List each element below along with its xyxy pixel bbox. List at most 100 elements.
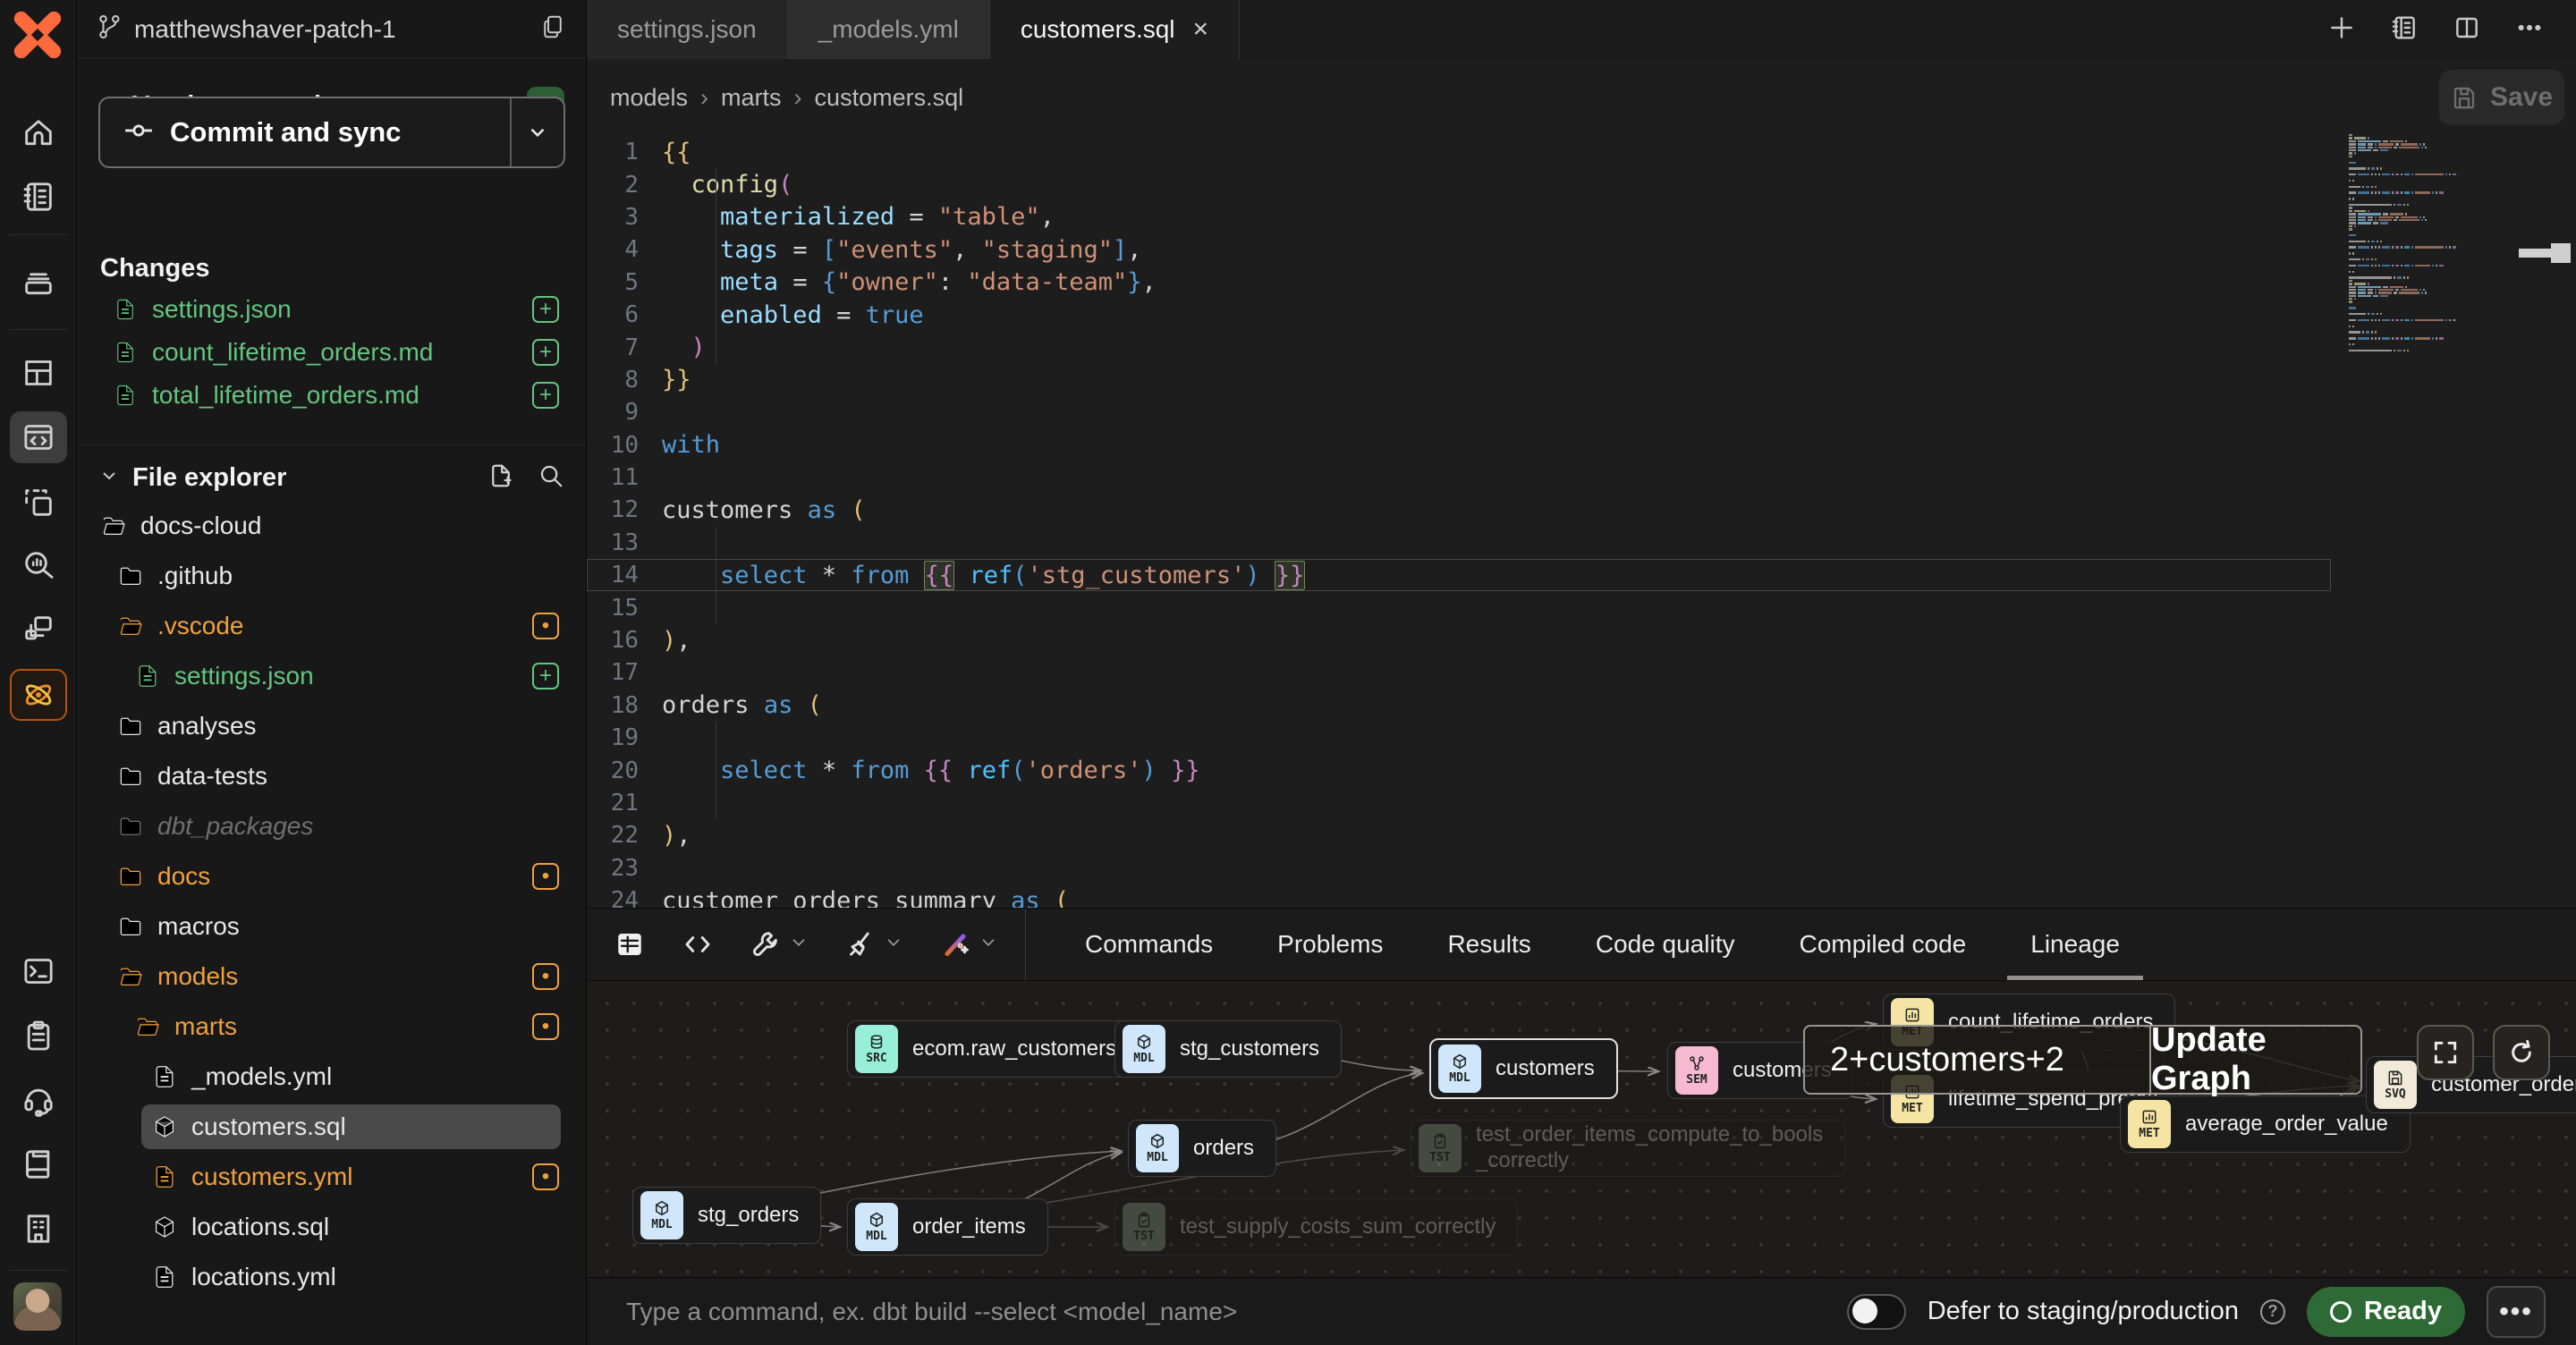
panel-tool-magic-wand-icon[interactable]	[939, 928, 998, 960]
update-graph-button[interactable]: Update Graph	[2151, 1027, 2360, 1093]
editor-tab-customers-sql[interactable]: customers.sql×	[990, 0, 1240, 59]
code-line-8[interactable]: 8}}	[587, 364, 2331, 396]
lineage-node-customers_mdl[interactable]: MDLcustomers	[1429, 1038, 1618, 1099]
new-tab-icon[interactable]	[2327, 13, 2356, 47]
panel-tool-code-icon[interactable]	[682, 928, 714, 960]
breadcrumb-item[interactable]: marts	[721, 84, 782, 112]
file-tree-item-customers-sql[interactable]: customers.sql	[77, 1102, 586, 1152]
breadcrumb-item[interactable]: customers.sql	[815, 84, 964, 112]
stage-add-badge[interactable]: +	[532, 296, 559, 323]
code-line-17[interactable]: 17	[587, 656, 2331, 689]
editor-tab--models-yml[interactable]: _models.yml	[788, 0, 990, 59]
stage-add-badge[interactable]: +	[532, 339, 559, 366]
help-icon[interactable]: ?	[2260, 1299, 2285, 1324]
code-line-18[interactable]: 18orders as (	[587, 689, 2331, 722]
rail-home-icon[interactable]	[10, 107, 67, 159]
rail-query-search-icon[interactable]	[10, 539, 67, 591]
split-editor-icon[interactable]	[2453, 13, 2481, 47]
lineage-node-test_order_items[interactable]: TSTtest_order_items_compute_to_bools _co…	[1411, 1120, 1845, 1177]
file-tree-item-settings-json[interactable]: settings.json+	[77, 651, 586, 701]
rail-canvas-select-icon[interactable]	[10, 477, 67, 529]
code-line-19[interactable]: 19	[587, 722, 2331, 754]
file-tree-item--models-yml[interactable]: _models.yml	[77, 1052, 586, 1102]
code-line-21[interactable]: 21	[587, 787, 2331, 819]
changed-file-row[interactable]: total_lifetime_orders.md+	[77, 374, 586, 417]
chevron-down-icon[interactable]	[789, 933, 809, 957]
panel-tab-commands[interactable]: Commands	[1053, 909, 1245, 980]
lineage-node-order_items[interactable]: MDLorder_items	[847, 1198, 1048, 1256]
file-tree-item--vscode[interactable]: .vscode•	[77, 601, 586, 651]
panel-tab-code-quality[interactable]: Code quality	[1563, 909, 1767, 980]
code-line-15[interactable]: 15	[587, 591, 2331, 623]
code-line-1[interactable]: 1{{	[587, 136, 2331, 168]
file-tree-item-data-tests[interactable]: data-tests	[77, 751, 586, 801]
code-line-20[interactable]: 20 select * from {{ ref('orders') }}	[587, 754, 2331, 786]
lineage-node-stg_orders[interactable]: MDLstg_orders	[632, 1187, 821, 1244]
rail-stack-icon[interactable]	[10, 257, 67, 309]
changed-file-row[interactable]: count_lifetime_orders.md+	[77, 331, 586, 374]
commit-and-sync-button[interactable]: Commit and sync	[98, 97, 565, 168]
rail-code-window-icon[interactable]	[10, 411, 67, 463]
minimap[interactable]	[2349, 134, 2501, 352]
commit-options-caret[interactable]	[512, 98, 564, 166]
file-tree-item-docs[interactable]: docs•	[77, 851, 586, 901]
file-tree-item-macros[interactable]: macros	[77, 901, 586, 952]
code-line-7[interactable]: 7 )	[587, 331, 2331, 363]
new-file-icon[interactable]	[487, 462, 514, 494]
file-tree-item-marts[interactable]: marts•	[77, 1002, 586, 1052]
rail-building-icon[interactable]	[10, 1203, 67, 1255]
file-explorer-header[interactable]: File explorer	[77, 454, 586, 501]
code-line-11[interactable]: 11	[587, 461, 2331, 494]
rail-book-icon[interactable]	[10, 1138, 67, 1190]
file-tree-item--github[interactable]: .github	[77, 551, 586, 601]
code-line-16[interactable]: 16),	[587, 624, 2331, 656]
defer-toggle[interactable]	[1847, 1294, 1906, 1330]
file-tree-item-locations-yml[interactable]: locations.yml	[77, 1252, 586, 1302]
branch-widget[interactable]: matthewshaver-patch-1	[77, 0, 586, 59]
code-line-2[interactable]: 2 config(	[587, 168, 2331, 200]
rail-clipboard-icon[interactable]	[10, 1010, 67, 1062]
code-line-3[interactable]: 3 materialized = "table",	[587, 201, 2331, 233]
lineage-node-test_supply[interactable]: TSTtest_supply_costs_sum_correctly	[1114, 1198, 1518, 1256]
changed-file-row[interactable]: settings.json+	[77, 288, 586, 331]
rail-headset-icon[interactable]	[10, 1074, 67, 1126]
notebook-icon[interactable]	[2390, 13, 2419, 47]
code-line-23[interactable]: 23	[587, 852, 2331, 884]
rail-atom-icon[interactable]	[10, 669, 67, 721]
code-line-22[interactable]: 22),	[587, 819, 2331, 851]
editor-tab-settings-json[interactable]: settings.json	[587, 0, 788, 59]
code-line-10[interactable]: 10with	[587, 429, 2331, 461]
file-tree-item-docs-cloud[interactable]: docs-cloud	[77, 501, 586, 551]
command-input[interactable]	[587, 1278, 1847, 1345]
breadcrumb[interactable]: models›marts›customers.sql	[610, 84, 963, 112]
panel-tool-wrench-icon[interactable]	[750, 928, 809, 960]
scrollbar-thumb[interactable]	[2551, 243, 2571, 263]
file-tree-item-models[interactable]: models•	[77, 952, 586, 1002]
lineage-selector-input[interactable]: 2+customers+2	[1805, 1027, 2151, 1093]
rail-terminal-icon[interactable]	[10, 945, 67, 997]
lineage-canvas[interactable]: SRCecom.raw_customersMDLstg_customersMDL…	[587, 981, 2576, 1277]
breadcrumb-item[interactable]: models	[610, 84, 688, 112]
close-tab-icon[interactable]: ×	[1193, 14, 1209, 45]
dbt-logo[interactable]	[13, 11, 62, 59]
lineage-node-orders[interactable]: MDLorders	[1128, 1120, 1276, 1177]
rail-notebook-icon[interactable]	[10, 171, 67, 223]
code-line-24[interactable]: 24customer_orders_summary as (	[587, 884, 2331, 908]
commit-and-sync-main[interactable]: Commit and sync	[100, 98, 512, 166]
code-line-13[interactable]: 13	[587, 527, 2331, 559]
user-avatar[interactable]	[13, 1282, 62, 1331]
panel-tab-lineage[interactable]: Lineage	[1998, 909, 2152, 980]
code-line-6[interactable]: 6 enabled = true	[587, 299, 2331, 331]
stage-add-badge[interactable]: +	[532, 382, 559, 409]
file-tree-item-customers-yml[interactable]: customers.yml•	[77, 1152, 586, 1202]
panel-tab-results[interactable]: Results	[1415, 909, 1563, 980]
lineage-node-raw_customers[interactable]: SRCecom.raw_customers	[847, 1020, 1139, 1078]
save-button[interactable]: Save	[2439, 70, 2564, 125]
command-more-button[interactable]: •••	[2487, 1286, 2546, 1338]
file-tree-item-dbt-packages[interactable]: dbt_packages	[77, 801, 586, 851]
code-line-4[interactable]: 4 tags = ["events", "staging"],	[587, 233, 2331, 266]
code-line-12[interactable]: 12customers as (	[587, 494, 2331, 526]
panel-tool-broom-icon[interactable]	[844, 928, 903, 960]
code-line-9[interactable]: 9	[587, 396, 2331, 428]
more-options-icon[interactable]	[2515, 13, 2544, 47]
